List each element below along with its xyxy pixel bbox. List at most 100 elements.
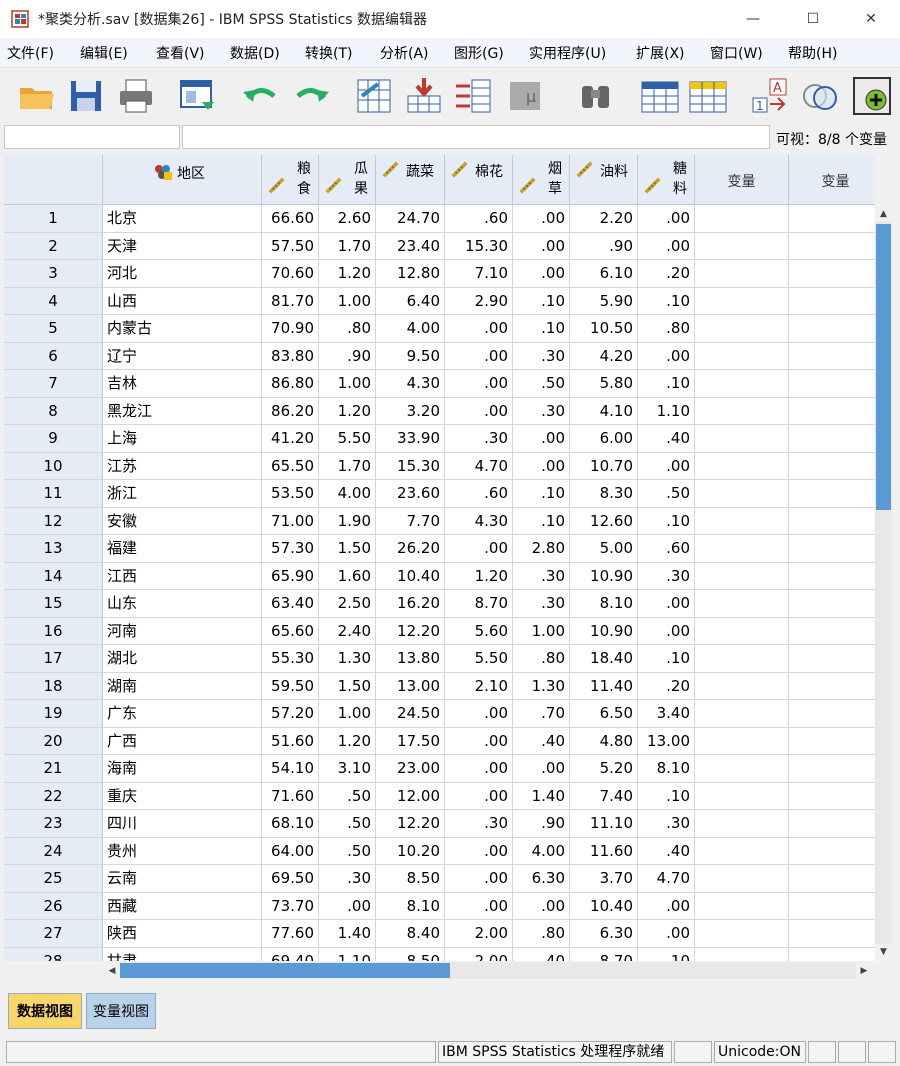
cell-value[interactable]: 83.80 (262, 342, 319, 370)
cell-value[interactable]: 3.40 (638, 700, 695, 728)
cell-value[interactable]: 5.20 (570, 755, 638, 783)
cell-region[interactable]: 上海 (103, 425, 262, 453)
cell-region[interactable]: 陕西 (103, 920, 262, 948)
cell-value[interactable]: 12.00 (376, 782, 445, 810)
row-number[interactable]: 14 (4, 562, 103, 590)
menu-utilities[interactable]: 实用程序(U) (529, 43, 606, 63)
cell-value[interactable]: 13.00 (638, 727, 695, 755)
insert-cases-icon[interactable] (404, 76, 444, 116)
cell-value[interactable]: 13.80 (376, 645, 445, 673)
cell-value[interactable]: 5.50 (445, 645, 513, 673)
cell-value[interactable]: 6.40 (376, 287, 445, 315)
cell-value[interactable]: .00 (638, 342, 695, 370)
cell-value[interactable]: 63.40 (262, 590, 319, 618)
cell-value[interactable]: 8.10 (638, 755, 695, 783)
cell-empty[interactable] (789, 205, 875, 233)
find-icon[interactable] (576, 76, 616, 116)
cell-value[interactable]: 18.40 (570, 645, 638, 673)
menu-edit[interactable]: 编辑(E) (80, 43, 128, 63)
cell-empty[interactable] (789, 508, 875, 535)
cell-empty[interactable] (695, 315, 789, 343)
cell-empty[interactable] (789, 535, 875, 563)
cell-value[interactable]: 4.30 (376, 370, 445, 398)
open-folder-icon[interactable] (17, 76, 57, 116)
cell-region[interactable]: 江西 (103, 562, 262, 590)
cell-empty[interactable] (695, 232, 789, 260)
cell-value[interactable]: .40 (513, 727, 570, 755)
cell-empty[interactable] (789, 948, 875, 962)
cell-value[interactable]: 5.00 (570, 535, 638, 563)
menu-file[interactable]: 文件(F) (7, 43, 54, 63)
cell-region[interactable]: 广东 (103, 700, 262, 728)
cell-region[interactable]: 福建 (103, 535, 262, 563)
cell-value[interactable]: .20 (638, 260, 695, 288)
cell-region[interactable]: 广西 (103, 727, 262, 755)
cell-empty[interactable] (789, 618, 875, 645)
cell-value[interactable]: 77.60 (262, 920, 319, 948)
cell-empty[interactable] (789, 425, 875, 453)
menu-data[interactable]: 数据(D) (230, 43, 280, 63)
cell-value[interactable]: 13.00 (376, 672, 445, 700)
cell-value[interactable]: 8.30 (570, 480, 638, 508)
cell-value[interactable]: 2.20 (570, 205, 638, 233)
cell-region[interactable]: 重庆 (103, 782, 262, 810)
cell-value[interactable]: 2.80 (513, 535, 570, 563)
cell-region[interactable]: 湖北 (103, 645, 262, 673)
cell-value[interactable]: .00 (445, 782, 513, 810)
scroll-down-icon[interactable]: ▼ (875, 944, 892, 960)
cell-value[interactable]: 4.70 (638, 865, 695, 893)
cell-value[interactable]: 55.30 (262, 645, 319, 673)
cell-value[interactable]: 2.50 (319, 590, 376, 618)
cell-value[interactable]: .00 (445, 370, 513, 398)
cell-value[interactable]: 66.60 (262, 205, 319, 233)
cell-empty[interactable] (695, 452, 789, 480)
row-number[interactable]: 1 (4, 205, 103, 233)
cell-region[interactable]: 山西 (103, 287, 262, 315)
cell-region[interactable]: 湖南 (103, 672, 262, 700)
cell-empty[interactable] (789, 728, 875, 755)
cell-value[interactable]: .10 (513, 507, 570, 535)
column-header-6[interactable]: 烟草 (513, 155, 570, 205)
cell-value[interactable]: .00 (445, 342, 513, 370)
cell-value[interactable]: 7.40 (570, 782, 638, 810)
cell-empty[interactable] (695, 810, 789, 838)
cell-empty[interactable] (695, 727, 789, 755)
cell-value[interactable]: 4.00 (376, 315, 445, 343)
cell-value[interactable]: 54.10 (262, 755, 319, 783)
cell-value[interactable]: .10 (638, 287, 695, 315)
cell-value[interactable]: .00 (513, 232, 570, 260)
column-header-1[interactable]: 地区 (103, 155, 262, 205)
cell-region[interactable]: 河北 (103, 260, 262, 288)
row-number[interactable]: 27 (4, 920, 103, 948)
cell-reference-field[interactable] (4, 125, 180, 149)
cell-value[interactable]: .40 (513, 947, 570, 961)
cell-value[interactable]: 10.50 (570, 315, 638, 343)
menu-analyze[interactable]: 分析(A) (380, 43, 429, 63)
cell-region[interactable]: 北京 (103, 205, 262, 233)
cell-value[interactable]: .50 (513, 370, 570, 398)
minimize-button[interactable]: — (724, 0, 782, 38)
cell-region[interactable]: 云南 (103, 865, 262, 893)
cell-value[interactable]: 4.10 (570, 397, 638, 425)
cell-value[interactable]: 59.50 (262, 672, 319, 700)
cell-value[interactable]: 10.40 (376, 562, 445, 590)
cell-value[interactable]: .00 (638, 590, 695, 618)
close-button[interactable]: ✕ (842, 0, 900, 38)
cell-value[interactable]: .50 (319, 837, 376, 865)
cell-empty[interactable] (789, 783, 875, 810)
cell-empty[interactable] (789, 260, 875, 288)
cell-value[interactable]: 81.70 (262, 287, 319, 315)
vertical-scrollbar[interactable]: ▲ ▼ (875, 206, 892, 960)
cell-value[interactable]: .00 (445, 837, 513, 865)
column-header-3[interactable]: 瓜果 (319, 155, 376, 205)
select-cases-icon[interactable] (688, 76, 728, 116)
row-number[interactable]: 13 (4, 535, 103, 563)
cell-value[interactable]: 51.60 (262, 727, 319, 755)
grid-corner[interactable] (4, 155, 103, 205)
row-number[interactable]: 20 (4, 727, 103, 755)
cell-region[interactable]: 四川 (103, 810, 262, 838)
cell-value[interactable]: .30 (513, 590, 570, 618)
cell-value[interactable]: 4.30 (445, 507, 513, 535)
row-number[interactable]: 23 (4, 810, 103, 838)
cell-value[interactable]: 6.50 (570, 700, 638, 728)
